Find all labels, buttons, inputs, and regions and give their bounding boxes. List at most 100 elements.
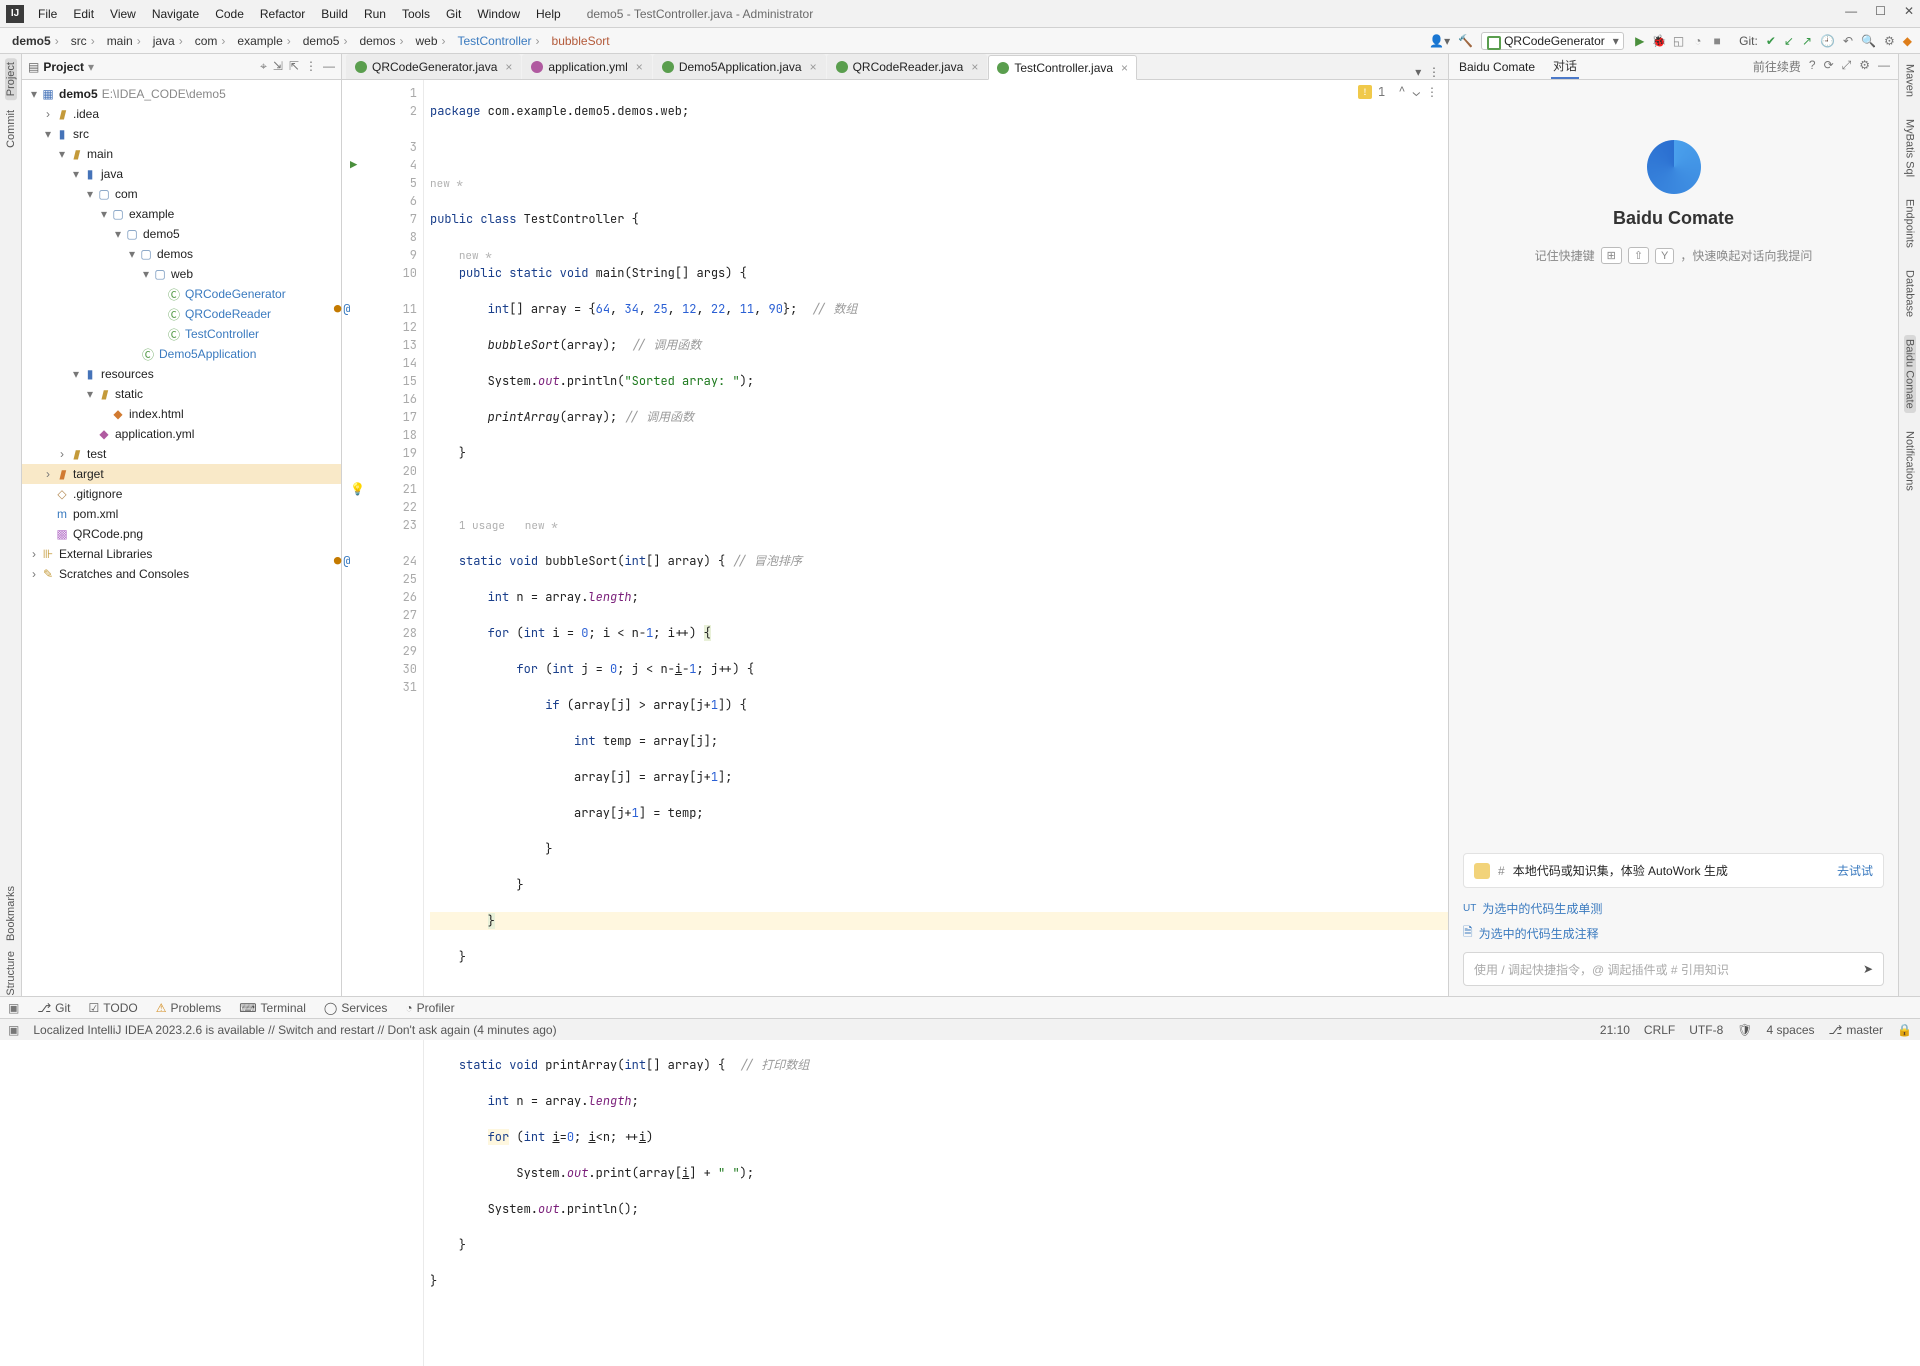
tool-database[interactable]: Database [1904, 266, 1916, 321]
menu-help[interactable]: Help [528, 7, 569, 21]
editor-inspections[interactable]: ! 1 ^ ⌄ ⋮ [1358, 84, 1438, 100]
help-icon[interactable]: ? [1809, 58, 1816, 75]
coverage-icon[interactable]: ◱ [1670, 34, 1686, 48]
breadcrumb[interactable]: example [233, 34, 298, 48]
comate-banner[interactable]: # 本地代码或知识集，体验 AutoWork 生成 去试试 [1463, 853, 1884, 888]
menu-edit[interactable]: Edit [65, 7, 102, 21]
suggest-comment[interactable]: 🗎为选中的代码生成注释 [1463, 923, 1884, 944]
hide-icon[interactable]: — [323, 59, 335, 74]
toolstrip-toggle-icon[interactable]: ▣ [8, 1001, 19, 1015]
breadcrumb[interactable]: demo5 [299, 34, 356, 48]
tool-terminal[interactable]: ⌨Terminal [239, 1001, 306, 1015]
tool-git[interactable]: ⎇Git [37, 1001, 70, 1015]
warning-icon[interactable]: ! [1358, 85, 1372, 99]
run-config-selector[interactable]: QRCodeGenerator [1481, 32, 1624, 50]
project-tree[interactable]: ▾▦demo5E:\IDEA_CODE\demo5 ›▮.idea ▾▮src … [22, 80, 341, 996]
profile-icon[interactable]: ◔ [1690, 34, 1706, 48]
menu-view[interactable]: View [102, 7, 144, 21]
breadcrumb[interactable]: com [191, 34, 234, 48]
menu-window[interactable]: Window [469, 7, 528, 21]
status-toggle-icon[interactable]: ▣ [8, 1023, 19, 1037]
run-gutter-icon[interactable]: ▶ [350, 156, 357, 174]
status-caret-pos[interactable]: 21:10 [1600, 1023, 1630, 1037]
code-content[interactable]: package com.example.demo5.demos.web; new… [424, 80, 1448, 1366]
menu-git[interactable]: Git [438, 7, 469, 21]
status-indent[interactable]: 4 spaces [1767, 1023, 1815, 1037]
menu-tools[interactable]: Tools [394, 7, 438, 21]
breadcrumb-method[interactable]: bubbleSort [548, 34, 614, 48]
tool-mybatis[interactable]: MyBatis Sql [1904, 115, 1916, 181]
tool-profiler[interactable]: ◔Profiler [405, 1001, 454, 1015]
close-icon[interactable]: × [971, 60, 978, 74]
stop-icon[interactable]: ■ [1709, 34, 1725, 48]
tool-endpoints[interactable]: Endpoints [1904, 195, 1916, 252]
tool-services[interactable]: ◯Services [324, 1001, 387, 1015]
gear-icon[interactable]: ⚙ [1859, 58, 1870, 75]
tool-structure[interactable]: Structure [5, 951, 17, 996]
tab-demo5app[interactable]: Demo5Application.java× [653, 54, 826, 79]
tabs-dropdown-icon[interactable]: ▾ [1415, 65, 1421, 79]
banner-link[interactable]: 去试试 [1837, 862, 1873, 879]
git-commit-icon[interactable]: ↙ [1784, 34, 1794, 48]
tool-problems[interactable]: ⚠Problems [156, 1001, 221, 1015]
git-push-icon[interactable]: ↗ [1802, 34, 1812, 48]
comate-tab-main[interactable]: Baidu Comate [1457, 57, 1537, 77]
tool-comate[interactable]: Baidu Comate [1904, 335, 1916, 413]
editor-gutter[interactable]: 1 2 3 ▶4 5 6 7 8 9 10 ●@11 12 13 14 15 1… [368, 80, 424, 1366]
intention-bulb-icon[interactable]: 💡 [350, 480, 365, 498]
status-line-sep[interactable]: CRLF [1644, 1023, 1675, 1037]
tab-appyml[interactable]: application.yml× [522, 54, 651, 79]
comate-icon[interactable]: ◆ [1903, 34, 1912, 48]
menu-build[interactable]: Build [313, 7, 356, 21]
window-close-icon[interactable]: ✕ [1904, 4, 1914, 18]
close-icon[interactable]: × [810, 60, 817, 74]
refresh-icon[interactable]: ⟳ [1824, 58, 1834, 75]
breadcrumb[interactable]: demos [355, 34, 411, 48]
close-icon[interactable]: × [1121, 61, 1128, 75]
status-lock-icon[interactable]: 🔒 [1897, 1023, 1912, 1037]
settings-icon[interactable]: ⚙ [1884, 34, 1895, 48]
window-maximize-icon[interactable]: ☐ [1875, 4, 1886, 18]
expand-all-icon[interactable]: ⇲ [273, 59, 283, 74]
breadcrumb[interactable]: src [67, 34, 103, 48]
tab-testcontroller[interactable]: TestController.java× [988, 55, 1137, 80]
git-update-icon[interactable]: ✔ [1766, 34, 1776, 48]
tool-project[interactable]: Project [5, 58, 17, 100]
tool-maven[interactable]: Maven [1904, 60, 1916, 101]
breadcrumb[interactable]: main [103, 34, 149, 48]
tab-qrgen[interactable]: QRCodeGenerator.java× [346, 54, 521, 79]
collapse-all-icon[interactable]: ⇱ [289, 59, 299, 74]
menu-refactor[interactable]: Refactor [252, 7, 313, 21]
breadcrumb[interactable]: java [149, 34, 191, 48]
debug-icon[interactable]: 🐞 [1651, 34, 1667, 48]
close-icon[interactable]: × [505, 60, 512, 74]
close-icon[interactable]: × [636, 60, 643, 74]
tabs-more-icon[interactable]: ⋮ [1428, 65, 1440, 79]
tab-qrreader[interactable]: QRCodeReader.java× [827, 54, 988, 79]
menu-code[interactable]: Code [207, 7, 252, 21]
build-icon[interactable]: 🔨 [1458, 34, 1473, 48]
editor-more-icon[interactable]: ⋮ [1426, 84, 1438, 100]
comate-tab-chat[interactable]: 对话 [1551, 54, 1579, 79]
git-rollback-icon[interactable]: ↶ [1843, 34, 1853, 48]
code-editor[interactable]: 1 2 3 ▶4 5 6 7 8 9 10 ●@11 12 13 14 15 1… [342, 80, 1448, 1366]
user-icon[interactable]: 👤▾ [1429, 34, 1450, 48]
select-opened-icon[interactable]: ⌖ [260, 59, 267, 74]
status-encoding[interactable]: UTF-8 [1689, 1023, 1723, 1037]
menu-file[interactable]: File [30, 7, 65, 21]
status-branch[interactable]: ⎇ master [1829, 1023, 1884, 1037]
hide-icon[interactable]: — [1878, 58, 1890, 75]
window-minimize-icon[interactable]: — [1845, 4, 1857, 18]
breadcrumb[interactable]: web [411, 34, 453, 48]
run-icon[interactable]: ▶ [1632, 34, 1648, 48]
project-title[interactable]: Project [43, 60, 84, 74]
tool-todo[interactable]: ☑TODO [89, 1001, 138, 1015]
send-icon[interactable]: ➤ [1863, 962, 1873, 976]
project-view-icon[interactable]: ▤ [28, 60, 39, 74]
breadcrumb[interactable]: demo5 [8, 34, 67, 48]
settings-icon[interactable]: ⋮ [305, 59, 317, 74]
expand-icon[interactable]: ⤢ [1842, 58, 1852, 75]
tool-commit[interactable]: Commit [5, 110, 17, 148]
menu-navigate[interactable]: Navigate [144, 7, 207, 21]
status-message[interactable]: Localized IntelliJ IDEA 2023.2.6 is avai… [33, 1023, 556, 1037]
